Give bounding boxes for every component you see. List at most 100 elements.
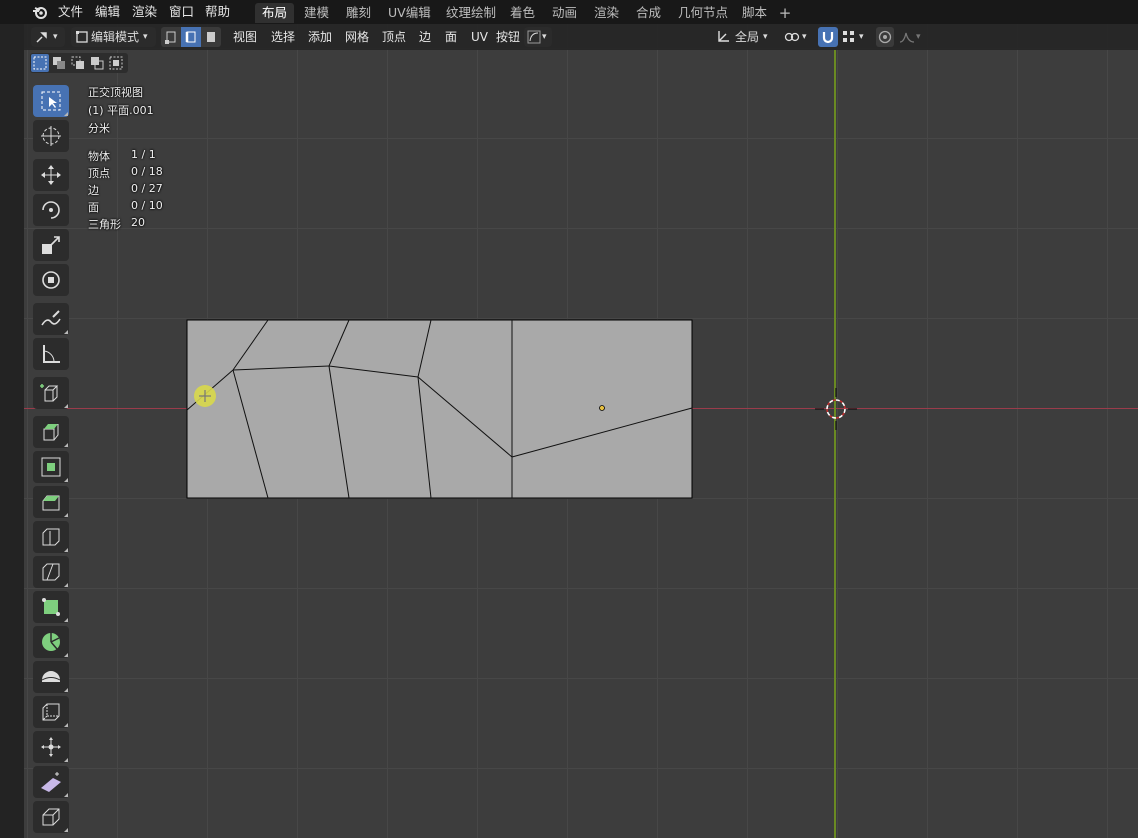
falloff-dropdown[interactable]: ▾ (897, 27, 925, 47)
snap-grid-icon (843, 31, 854, 42)
tool-add-cube[interactable] (33, 377, 69, 409)
stat-value: 1 / 1 (131, 148, 156, 161)
bevel-icon (42, 495, 60, 511)
select-box-icon (41, 91, 61, 111)
viewport-header: ▾ 编辑模式 ▾ 视图 选择 添加 网格 顶点 边 面 UV 按钮 ▾ 全局 ▾… (24, 24, 1138, 50)
3d-cursor-icon[interactable] (815, 388, 857, 430)
tool-loop-cut[interactable] (33, 521, 69, 553)
magnet-icon (822, 32, 834, 44)
tool-measure[interactable] (33, 338, 69, 370)
inset-icon (41, 457, 61, 477)
tool-spin[interactable] (33, 626, 69, 658)
tool-shrink-fatten[interactable] (33, 731, 69, 763)
tool-rip[interactable] (33, 801, 69, 833)
rotate-icon (42, 201, 60, 219)
falloff-curve-icon (899, 32, 915, 43)
tool-rotate[interactable] (33, 194, 69, 226)
tool-extrude[interactable] (33, 416, 69, 448)
tool-move[interactable] (33, 159, 69, 191)
mesh-plane[interactable] (0, 0, 1138, 838)
rip-icon (42, 808, 60, 826)
snap-target-dropdown[interactable]: ▾ (840, 27, 868, 47)
edit-mode-icon (76, 31, 88, 43)
orientation-dropdown[interactable]: 全局 ▾ (716, 27, 776, 47)
proportional-icon (878, 30, 892, 44)
mode-label: 编辑模式 (91, 30, 140, 44)
scale-icon (42, 236, 60, 254)
select-mode-group (161, 27, 222, 47)
extrude-icon (43, 424, 59, 441)
menu-add[interactable]: 添加 (303, 27, 337, 47)
chevron-down-icon: ▾ (143, 32, 148, 42)
stat-label: 物体 (88, 150, 110, 163)
select-new-icon[interactable] (31, 54, 49, 72)
measure-icon (43, 345, 60, 363)
stat-label: 面 (88, 201, 99, 214)
stat-value: 0 / 10 (131, 199, 163, 212)
spin-icon (42, 633, 60, 651)
unit-label: 分米 (88, 122, 110, 135)
pivot-dropdown[interactable]: ▾ (784, 27, 812, 47)
annotate-icon (41, 310, 61, 326)
orientation-label: 全局 (735, 30, 760, 44)
menu-uv[interactable]: UV (466, 27, 493, 47)
select-mode-toggles (30, 53, 128, 73)
menu-face[interactable]: 面 (440, 27, 462, 47)
snap-toggle[interactable] (818, 27, 838, 47)
tool-shear[interactable] (33, 766, 69, 798)
poly-build-icon (42, 598, 60, 616)
curve-icon (527, 30, 541, 44)
mouse-cursor-icon (194, 385, 216, 407)
chevron-down-icon: ▾ (53, 32, 58, 42)
stat-value: 0 / 18 (131, 165, 163, 178)
tool-cursor[interactable] (33, 120, 69, 152)
tool-smooth[interactable] (33, 661, 69, 693)
edge-select-icon[interactable] (181, 27, 201, 47)
select-extend-icon[interactable] (50, 54, 68, 72)
object-origin-icon (599, 405, 605, 411)
smooth-icon (41, 671, 61, 682)
link-icon (784, 32, 800, 42)
face-select-icon[interactable] (201, 27, 221, 47)
select-intersect-icon[interactable] (107, 54, 125, 72)
menu-button[interactable]: 按钮 (491, 27, 525, 47)
tool-bevel[interactable] (33, 486, 69, 518)
move-icon (41, 165, 61, 185)
tool-scale[interactable] (33, 229, 69, 261)
menu-select[interactable]: 选择 (266, 27, 300, 47)
select-subtract-icon[interactable] (69, 54, 87, 72)
editor-type-icon (36, 32, 47, 43)
add-cube-icon (40, 384, 59, 402)
stat-value: 0 / 27 (131, 182, 163, 195)
tool-annotate[interactable] (33, 303, 69, 335)
shear-icon (41, 772, 61, 792)
knife-icon (42, 563, 60, 581)
chevron-down-icon: ▾ (763, 32, 768, 42)
stat-value: 20 (131, 216, 145, 229)
vertex-select-icon[interactable] (161, 27, 181, 47)
curve-dropdown[interactable]: ▾ (524, 27, 552, 47)
orientation-icon (718, 31, 729, 42)
loop-cut-icon (42, 528, 60, 546)
mesh-face-area[interactable] (186, 319, 693, 499)
tool-poly-build[interactable] (33, 591, 69, 623)
tool-transform[interactable] (33, 264, 69, 296)
menu-mesh[interactable]: 网格 (340, 27, 374, 47)
tool-knife[interactable] (33, 556, 69, 588)
tool-select-box[interactable] (33, 85, 69, 117)
stat-label: 顶点 (88, 167, 110, 180)
menu-view[interactable]: 视图 (228, 27, 262, 47)
stat-label: 边 (88, 184, 99, 197)
chevron-down-icon: ▾ (802, 32, 807, 42)
object-name-label: (1) 平面.001 (88, 104, 154, 117)
cursor-icon (41, 126, 61, 146)
tool-edge-slide[interactable] (33, 696, 69, 728)
mode-dropdown[interactable]: 编辑模式 ▾ (71, 27, 156, 47)
menu-edge[interactable]: 边 (414, 27, 436, 47)
tool-inset[interactable] (33, 451, 69, 483)
proportional-edit-toggle[interactable] (876, 27, 894, 47)
menu-vertex[interactable]: 顶点 (377, 27, 411, 47)
select-invert-icon[interactable] (88, 54, 106, 72)
editor-type-dropdown[interactable]: ▾ (31, 27, 65, 47)
edge-slide-icon (42, 703, 60, 721)
